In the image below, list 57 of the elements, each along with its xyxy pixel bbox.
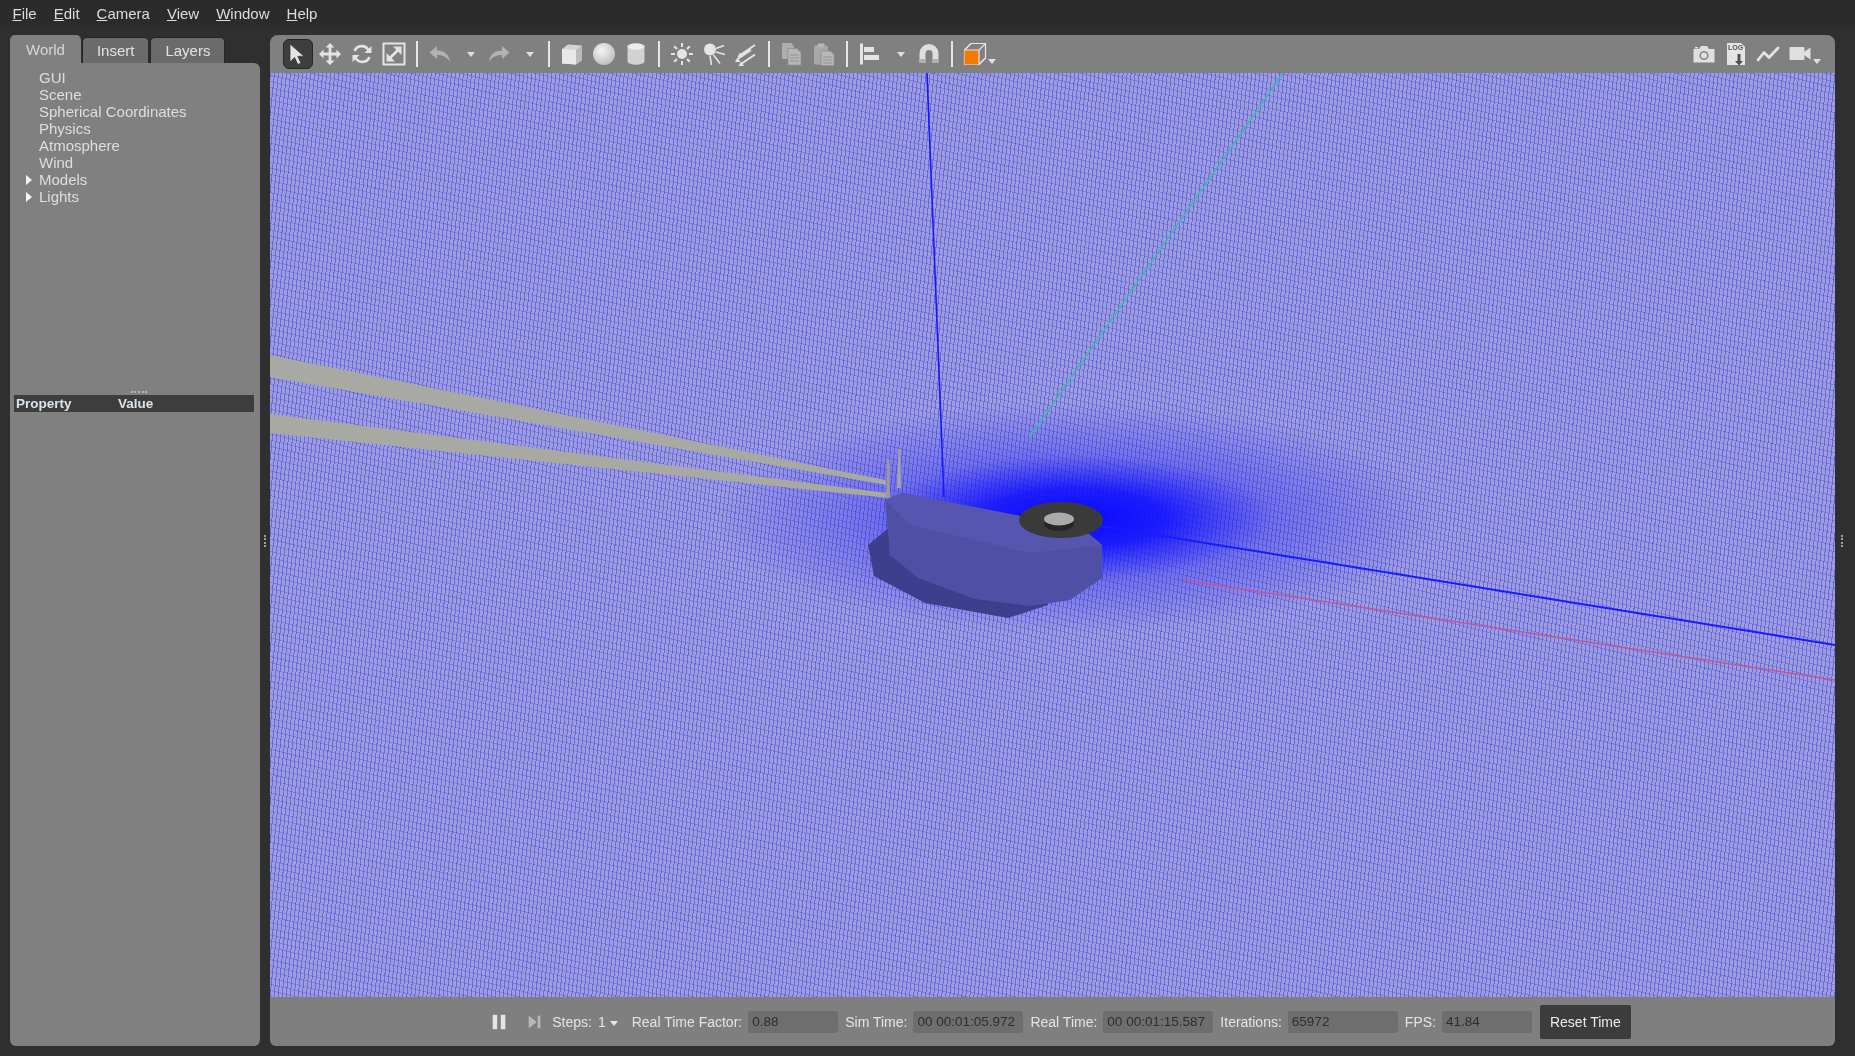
reset-time-button[interactable]: Reset Time [1539, 1004, 1631, 1039]
steps-label: Steps: [552, 1013, 592, 1030]
tree-item[interactable]: Physics [39, 120, 91, 137]
rotate-arrows-icon [350, 42, 374, 66]
readout-field: 41.84 [1441, 1010, 1532, 1033]
column-header[interactable]: Value [116, 396, 154, 411]
readout-field: 00 00:01:05.972 [913, 1010, 1024, 1033]
caret-icon [988, 59, 996, 64]
caret-icon [467, 51, 475, 57]
menu-item[interactable]: File [4, 4, 46, 24]
panel-tab[interactable]: Layers [150, 37, 226, 63]
parallel-arrows-icon [734, 42, 758, 66]
tree-item[interactable]: Scene [39, 86, 82, 103]
panel-tab[interactable]: World [10, 35, 81, 63]
cube-icon [560, 42, 584, 66]
align-bars-icon [858, 42, 882, 66]
caret-icon [609, 1021, 618, 1026]
tree-item[interactable]: Atmosphere [39, 137, 120, 154]
tree-item[interactable]: Wind [39, 154, 74, 171]
stat-label: Iterations: [1220, 1013, 1282, 1030]
menu-item[interactable]: Window [207, 4, 279, 24]
caret-icon[interactable] [26, 191, 32, 202]
tree-item[interactable]: Lights [39, 188, 80, 205]
menu-item[interactable]: View [158, 4, 208, 24]
caret-icon [897, 51, 905, 57]
spotlight-rays-icon [702, 42, 726, 66]
view-cube-icon [963, 42, 987, 66]
splitter-handle[interactable] [1841, 534, 1843, 547]
caret-icon [1813, 59, 1821, 64]
menu-item[interactable]: Help [278, 4, 326, 24]
clipboard-icon [812, 42, 836, 66]
cylinder-icon [624, 42, 648, 66]
panel-tab[interactable]: Insert [81, 37, 150, 63]
tree-item[interactable]: Spherical Coordinates [39, 103, 187, 120]
splitter-handle[interactable] [264, 534, 266, 547]
magnet-icon [917, 42, 941, 66]
caret-icon[interactable] [26, 174, 32, 185]
steps-spinbox[interactable]: 1 [597, 1013, 618, 1030]
readout-field: 00 00:01:15.587 [1103, 1010, 1214, 1033]
stat-label: FPS: [1404, 1013, 1436, 1030]
select-mode-button[interactable] [283, 39, 313, 69]
tree-item[interactable]: GUI [39, 69, 66, 86]
sphere-icon [592, 42, 616, 66]
stat-label: Real Time Factor: [631, 1013, 743, 1030]
stat-label: Real Time: [1030, 1013, 1098, 1030]
menu-item[interactable]: Camera [88, 4, 159, 24]
caret-icon [526, 51, 534, 57]
readout-field: 65972 [1287, 1010, 1398, 1033]
copy-pages-icon [780, 42, 804, 66]
document-download-icon [1724, 42, 1748, 66]
sun-icon [670, 42, 694, 66]
stat-label: Sim Time: [845, 1013, 908, 1030]
readout-field: 0.88 [748, 1010, 839, 1033]
menu-item[interactable]: Edit [45, 4, 89, 24]
column-header[interactable]: Property [14, 396, 116, 411]
four-way-arrow-icon [318, 42, 342, 66]
tree-item[interactable]: Models [39, 171, 88, 188]
